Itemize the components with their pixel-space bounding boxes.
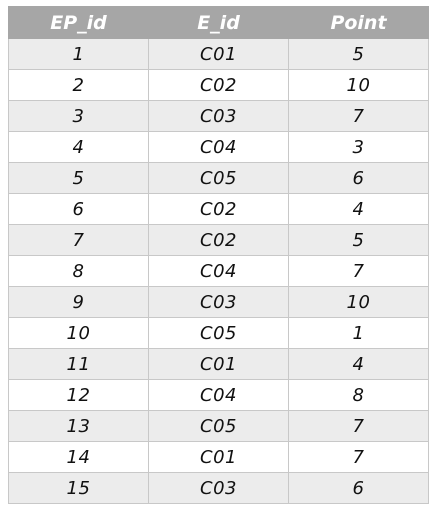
cell-e-id: C01 <box>148 38 289 70</box>
cell-point: 7 <box>288 255 429 287</box>
data-table: EP_id E_id Point 1 C01 5 2 C02 10 3 C03 7 4 C04… <box>8 6 429 504</box>
table-row: 7 C02 5 <box>8 224 429 256</box>
cell-point: 1 <box>288 317 429 349</box>
data-table-container: EP_id E_id Point 1 C01 5 2 C02 10 3 C03 7 4 C04… <box>8 6 429 504</box>
cell-point: 7 <box>288 100 429 132</box>
cell-ep-id: 7 <box>8 224 149 256</box>
cell-ep-id: 10 <box>8 317 149 349</box>
cell-e-id: C04 <box>148 255 289 287</box>
table-row: 9 C03 10 <box>8 286 429 318</box>
cell-ep-id: 6 <box>8 193 149 225</box>
cell-point: 5 <box>288 224 429 256</box>
header-row: EP_id E_id Point <box>8 6 429 39</box>
cell-ep-id: 8 <box>8 255 149 287</box>
table-row: 12 C04 8 <box>8 379 429 411</box>
table-row: 14 C01 7 <box>8 441 429 473</box>
cell-e-id: C02 <box>148 224 289 256</box>
cell-e-id: C01 <box>148 441 289 473</box>
cell-e-id: C05 <box>148 162 289 194</box>
cell-point: 6 <box>288 472 429 504</box>
table-row: 11 C01 4 <box>8 348 429 380</box>
table-row: 3 C03 7 <box>8 100 429 132</box>
cell-e-id: C01 <box>148 348 289 380</box>
cell-e-id: C02 <box>148 193 289 225</box>
cell-point: 4 <box>288 193 429 225</box>
cell-e-id: C03 <box>148 472 289 504</box>
table-row: 15 C03 6 <box>8 472 429 504</box>
table-body: 1 C01 5 2 C02 10 3 C03 7 4 C04 3 5 C05 6 6 C02 4 7 C0… <box>8 38 429 504</box>
cell-point: 10 <box>288 286 429 318</box>
cell-point: 8 <box>288 379 429 411</box>
table-row: 10 C05 1 <box>8 317 429 349</box>
cell-e-id: C04 <box>148 379 289 411</box>
table-row: 4 C04 3 <box>8 131 429 163</box>
table-header: EP_id E_id Point <box>8 6 429 39</box>
table-row: 1 C01 5 <box>8 38 429 70</box>
cell-ep-id: 2 <box>8 69 149 101</box>
table-row: 2 C02 10 <box>8 69 429 101</box>
cell-ep-id: 5 <box>8 162 149 194</box>
header-e-id: E_id <box>148 6 289 39</box>
cell-point: 3 <box>288 131 429 163</box>
table-row: 13 C05 7 <box>8 410 429 442</box>
cell-e-id: C02 <box>148 69 289 101</box>
cell-ep-id: 11 <box>8 348 149 380</box>
cell-point: 7 <box>288 441 429 473</box>
table-row: 5 C05 6 <box>8 162 429 194</box>
cell-ep-id: 1 <box>8 38 149 70</box>
cell-ep-id: 13 <box>8 410 149 442</box>
cell-ep-id: 15 <box>8 472 149 504</box>
cell-e-id: C03 <box>148 100 289 132</box>
cell-ep-id: 12 <box>8 379 149 411</box>
cell-point: 7 <box>288 410 429 442</box>
cell-ep-id: 4 <box>8 131 149 163</box>
cell-e-id: C04 <box>148 131 289 163</box>
header-ep-id: EP_id <box>8 6 149 39</box>
table-row: 8 C04 7 <box>8 255 429 287</box>
table-row: 6 C02 4 <box>8 193 429 225</box>
cell-e-id: C05 <box>148 410 289 442</box>
cell-point: 6 <box>288 162 429 194</box>
cell-e-id: C03 <box>148 286 289 318</box>
cell-e-id: C05 <box>148 317 289 349</box>
header-point: Point <box>288 6 429 39</box>
cell-point: 10 <box>288 69 429 101</box>
cell-point: 4 <box>288 348 429 380</box>
cell-ep-id: 3 <box>8 100 149 132</box>
cell-point: 5 <box>288 38 429 70</box>
cell-ep-id: 9 <box>8 286 149 318</box>
cell-ep-id: 14 <box>8 441 149 473</box>
